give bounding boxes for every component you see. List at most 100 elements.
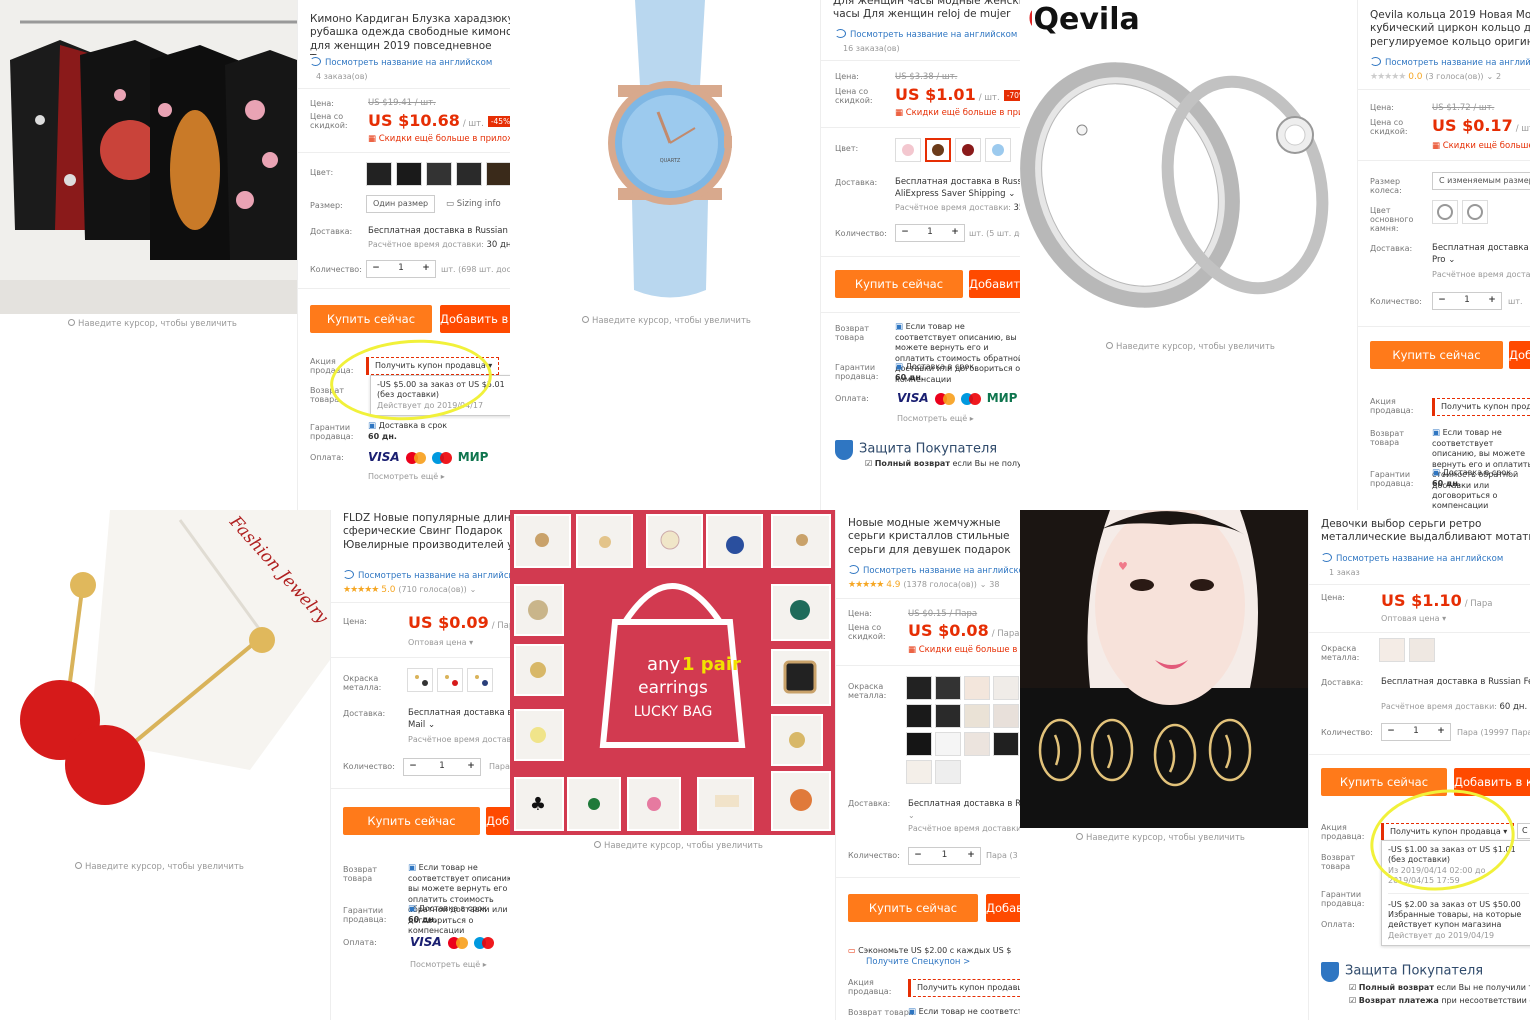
plus-icon[interactable]: +: [1483, 295, 1501, 306]
coupon-button-secondary[interactable]: С: [1517, 823, 1530, 839]
metal-swatch[interactable]: [935, 760, 961, 784]
coupon-button[interactable]: Получить купон продавца: [908, 979, 1020, 997]
minus-icon[interactable]: −: [1433, 295, 1451, 306]
more-payments-link[interactable]: Посмотреть ещё ▸: [410, 960, 487, 970]
product-title[interactable]: FLDZ Новые популярные длинные сферически…: [343, 512, 510, 554]
metal-swatch[interactable]: [906, 732, 932, 756]
color-swatch[interactable]: [456, 162, 482, 186]
wholesale-link[interactable]: Оптовая цена ▾: [408, 638, 473, 648]
metal-swatch[interactable]: [906, 676, 932, 700]
color-swatch[interactable]: [486, 162, 510, 186]
shipping-method[interactable]: Pro ⌄: [1432, 255, 1455, 266]
product-title[interactable]: Новые модные жемчужные серьги кристаллов…: [848, 517, 1020, 559]
plus-icon[interactable]: +: [962, 850, 980, 861]
stone-swatch[interactable]: [1432, 200, 1458, 224]
minus-icon[interactable]: −: [367, 263, 385, 274]
quantity-stepper[interactable]: −1 +: [1432, 292, 1502, 310]
metal-swatch[interactable]: [993, 732, 1019, 756]
color-swatch[interactable]: [366, 162, 392, 186]
translate-link[interactable]: Посмотреть название на английском: [343, 570, 510, 582]
plus-icon[interactable]: +: [1432, 726, 1450, 737]
add-to-cart-button[interactable]: Добавить в корзину: [486, 807, 510, 835]
quantity-stepper[interactable]: −1 +: [403, 758, 481, 776]
product-image-lucky-bag[interactable]: ♣ any 1 pair earrings LUCKY BAG: [510, 510, 835, 835]
metal-swatch[interactable]: [964, 732, 990, 756]
shipping-method[interactable]: ⌄: [908, 811, 915, 821]
minus-icon[interactable]: −: [1382, 726, 1400, 737]
metal-swatch[interactable]: [935, 732, 961, 756]
metal-swatch[interactable]: [964, 676, 990, 700]
metal-swatch[interactable]: [906, 760, 932, 784]
size-option[interactable]: Один размер: [366, 195, 436, 213]
coupon-button[interactable]: Получить купон продавца ▾: [1432, 398, 1530, 416]
translate-link[interactable]: Посмотреть название на английском: [835, 29, 1017, 41]
metal-swatch[interactable]: [407, 668, 433, 692]
quantity-stepper[interactable]: −1 +: [1381, 723, 1451, 741]
stone-swatch[interactable]: [1462, 200, 1488, 224]
product-image-pom-earrings[interactable]: Fashion Jewelry: [0, 510, 330, 855]
metal-swatch[interactable]: [437, 668, 463, 692]
product-image-watch[interactable]: QUARTZ: [510, 0, 820, 310]
metal-swatch[interactable]: [1409, 638, 1435, 662]
product-image-kimono[interactable]: [0, 0, 297, 314]
metal-swatch[interactable]: [993, 676, 1019, 700]
app-discount-link[interactable]: ▦ Скидки ещё больше в приложении: [895, 108, 1020, 119]
ring-size-option[interactable]: С изменяемым размером: [1432, 172, 1530, 190]
add-to-cart-button[interactable]: Добавить в корзину: [986, 894, 1020, 922]
metal-swatch[interactable]: [935, 704, 961, 728]
color-swatch[interactable]: [895, 138, 921, 162]
metal-swatch[interactable]: [935, 676, 961, 700]
add-to-cart-button[interactable]: Добавить в корзину: [969, 270, 1020, 298]
color-swatch[interactable]: [426, 162, 452, 186]
product-image-rings[interactable]: QQevila: [1020, 0, 1357, 337]
plus-icon[interactable]: +: [946, 227, 964, 238]
app-discount-link[interactable]: ▦ Скидки ещё больше в приложении: [368, 134, 510, 145]
buy-now-button[interactable]: Купить сейчас: [343, 807, 480, 835]
qty-value[interactable]: 1: [927, 850, 962, 861]
quantity-stepper[interactable]: −1 +: [895, 224, 965, 242]
color-swatch[interactable]: [985, 138, 1011, 162]
minus-icon[interactable]: −: [896, 227, 914, 238]
metal-swatch[interactable]: [1379, 638, 1405, 662]
quantity-stepper[interactable]: −1 +: [908, 847, 981, 865]
shipping-method[interactable]: Mail ⌄: [408, 720, 435, 731]
qty-value[interactable]: 1: [1400, 726, 1432, 737]
add-to-cart-button[interactable]: Добавить в корзину: [1509, 341, 1530, 369]
wholesale-link[interactable]: Оптовая цена ▾: [1381, 614, 1446, 624]
add-to-cart-button[interactable]: Добавить в корзину: [440, 305, 510, 333]
sizing-info-link[interactable]: ▭ Sizing info: [446, 199, 501, 210]
translate-link[interactable]: Посмотреть название на английском: [848, 565, 1020, 577]
plus-icon[interactable]: +: [462, 761, 480, 772]
product-title[interactable]: Кимоно Кардиган Блузка харадзюку рубашка…: [310, 13, 510, 55]
metal-swatch[interactable]: [467, 668, 493, 692]
product-title[interactable]: Qevila кольца 2019 Новая Мода кубический…: [1370, 9, 1530, 51]
plus-icon[interactable]: +: [417, 263, 435, 274]
more-payments-link[interactable]: Посмотреть ещё ▸: [368, 472, 445, 482]
quantity-stepper[interactable]: −1 +: [366, 260, 436, 278]
product-title[interactable]: Для женщин часы модные женские часы Для …: [833, 0, 1020, 23]
product-title[interactable]: Девочки выбор серьги ретро металлические…: [1321, 518, 1530, 546]
app-discount-link[interactable]: ▦ Скидки ещё больше в приложении: [908, 645, 1020, 656]
buy-now-button[interactable]: Купить сейчас: [835, 270, 963, 298]
qty-value[interactable]: 1: [1451, 295, 1483, 306]
app-discount-link[interactable]: ▦ Скидки ещё больше в приложении: [1432, 141, 1530, 152]
color-swatch[interactable]: [955, 138, 981, 162]
qty-value[interactable]: 1: [385, 263, 417, 274]
shipping-method[interactable]: AliExpress Saver Shipping ⌄: [895, 189, 1015, 200]
color-swatch-selected[interactable]: [925, 138, 951, 162]
special-coupon-link[interactable]: Получите Спецкупон >: [866, 957, 970, 967]
buy-now-button[interactable]: Купить сейчас: [848, 894, 978, 922]
translate-link[interactable]: Посмотреть название на английском: [1370, 57, 1530, 69]
buy-now-button[interactable]: Купить сейчас: [310, 305, 432, 333]
metal-swatch[interactable]: [906, 704, 932, 728]
metal-swatch[interactable]: [964, 704, 990, 728]
product-image-face-earrings[interactable]: ♥: [1020, 510, 1308, 828]
minus-icon[interactable]: −: [404, 761, 422, 772]
metal-swatch[interactable]: [993, 704, 1019, 728]
minus-icon[interactable]: −: [909, 850, 927, 861]
color-swatch[interactable]: [396, 162, 422, 186]
qty-value[interactable]: 1: [914, 227, 946, 238]
qty-value[interactable]: 1: [422, 761, 462, 772]
translate-link[interactable]: Посмотреть название на английском: [1321, 553, 1503, 565]
more-payments-link[interactable]: Посмотреть ещё ▸: [897, 414, 974, 424]
